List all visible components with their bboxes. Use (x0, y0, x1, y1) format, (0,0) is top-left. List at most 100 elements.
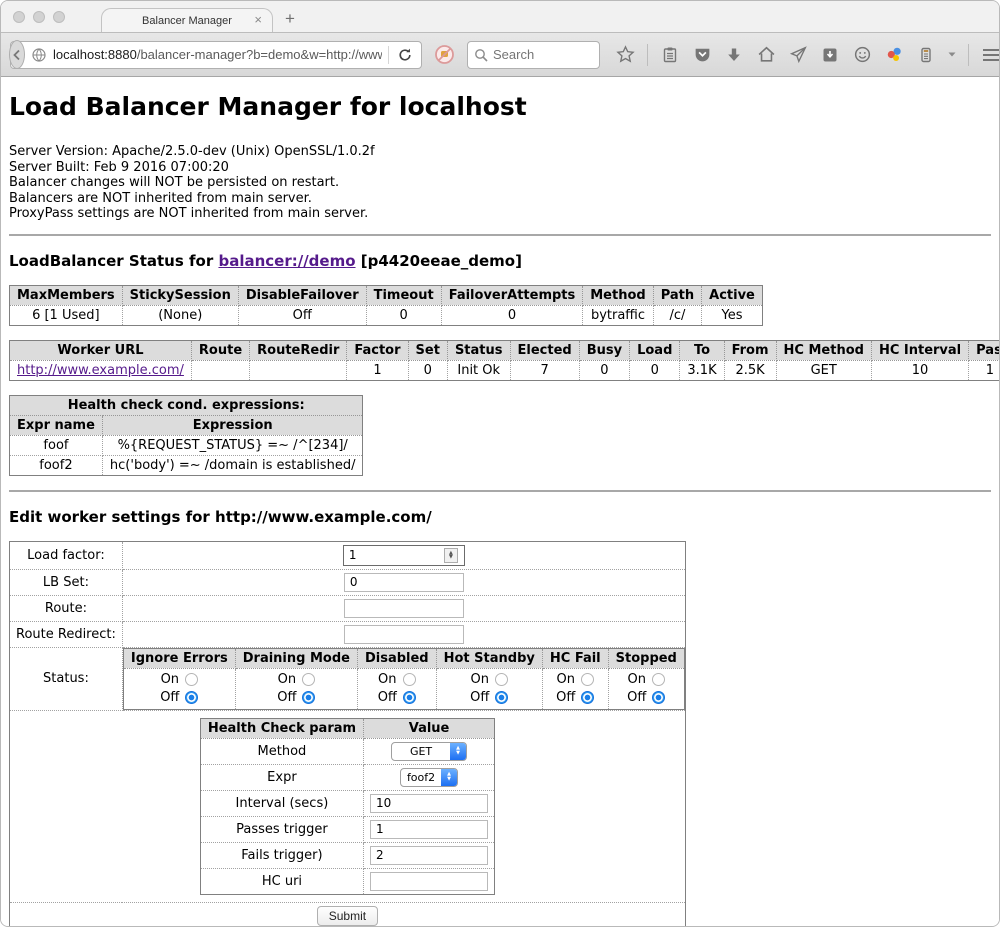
table-cell: 0 (366, 305, 441, 325)
lb-set-input[interactable] (344, 573, 464, 592)
number-stepper-icon[interactable]: ▲▼ (444, 548, 458, 563)
form-row-load-factor: Load factor: ▲▼ (10, 541, 686, 569)
table-cell: GET (776, 360, 871, 380)
header-cell: HC Fail (542, 648, 608, 668)
route-redirect-input[interactable] (344, 625, 464, 644)
back-arrow-icon (10, 48, 24, 62)
window-close-button[interactable] (13, 11, 25, 23)
feedback-button[interactable] (849, 42, 875, 68)
status-cell: Ignore Errors Draining Mode Disabled Hot… (122, 647, 685, 710)
fails-trigger-input[interactable] (370, 846, 488, 865)
tab-balancer-manager[interactable]: Balancer Manager × (101, 8, 273, 32)
list-panel-icon (917, 46, 935, 64)
worker-url-link[interactable]: http://www.example.com/ (17, 363, 184, 378)
table-cell: Off (238, 305, 366, 325)
radio-hc-fail-on[interactable] (581, 673, 594, 686)
hc-expr-title: Health check cond. expressions: (10, 395, 363, 415)
route-cell (122, 595, 685, 621)
lb-heading-prefix: LoadBalancer Status for (9, 252, 218, 270)
window-zoom-button[interactable] (53, 11, 65, 23)
tab-title: Balancer Manager (142, 15, 232, 27)
divider (9, 490, 991, 492)
reload-icon (397, 47, 413, 63)
expr-name-cell: foof2 (10, 455, 103, 475)
url-bar[interactable]: localhost:8880/balancer-manager?b=demo&w… (10, 41, 422, 69)
interval-input[interactable] (370, 794, 488, 813)
bookmark-star-button[interactable] (612, 42, 638, 68)
header-cell: Timeout (366, 285, 441, 305)
radio-draining-mode-off[interactable] (302, 691, 315, 704)
radio-ignore-errors-on[interactable] (185, 673, 198, 686)
header-cell: Factor (347, 340, 408, 360)
extension-colored-dots-button[interactable] (881, 42, 907, 68)
submit-button[interactable]: Submit (317, 906, 378, 926)
header-cell: RouteRedir (250, 340, 347, 360)
method-select[interactable]: GET ▲▼ (391, 742, 467, 761)
header-cell: Disabled (357, 648, 436, 668)
hc-uri-input[interactable] (370, 872, 488, 891)
status-hot-standby-cell: On Off (436, 668, 542, 709)
table-cell (250, 360, 347, 380)
url-text[interactable]: localhost:8880/balancer-manager?b=demo&w… (53, 47, 382, 62)
radio-hot-standby-on[interactable] (495, 673, 508, 686)
menu-button[interactable] (978, 42, 1000, 68)
downloads-button[interactable] (721, 42, 747, 68)
new-tab-button[interactable]: + (285, 9, 295, 29)
edit-worker-form-table: Load factor: ▲▼ LB Set: Route: Route Red… (9, 541, 686, 927)
off-label: Off (627, 689, 646, 707)
header-cell: Elected (510, 340, 579, 360)
radio-hot-standby-off[interactable] (495, 691, 508, 704)
tab-close-icon[interactable]: × (254, 13, 262, 27)
passes-trigger-input[interactable] (370, 820, 488, 839)
home-button[interactable] (753, 42, 779, 68)
sidebar-list-button[interactable] (913, 42, 939, 68)
header-cell: FailoverAttempts (441, 285, 583, 305)
interval-cell (364, 790, 495, 816)
reading-list-button[interactable] (657, 42, 683, 68)
lb-set-cell (122, 569, 685, 595)
toolbar-separator (647, 44, 648, 66)
radio-disabled-on[interactable] (403, 673, 416, 686)
smiley-icon (853, 45, 872, 64)
radio-stopped-off[interactable] (652, 691, 665, 704)
adblock-disabled-icon[interactable] (434, 44, 455, 65)
table-cell: (None) (122, 305, 238, 325)
expr-name-cell: foof (10, 435, 103, 455)
table-row: foof2 hc('body') =~ /domain is establish… (10, 455, 363, 475)
reload-button[interactable] (395, 47, 421, 63)
balancer-status-table: MaxMembers StickySession DisableFailover… (9, 285, 763, 326)
passes-label: Passes trigger (200, 816, 363, 842)
table-cell: 0 (579, 360, 629, 380)
window-minimize-button[interactable] (33, 11, 45, 23)
server-built-line: Server Built: Feb 9 2016 07:00:20 (9, 160, 991, 176)
hc-params-cell: Health Check param Value Method GET ▲▼ (10, 710, 686, 902)
sidebar-caret-button[interactable] (945, 42, 959, 68)
balancer-demo-link[interactable]: balancer://demo (218, 252, 355, 270)
hc-row-method: Method GET ▲▼ (200, 738, 494, 764)
radio-disabled-off[interactable] (403, 691, 416, 704)
radio-stopped-on[interactable] (652, 673, 665, 686)
home-icon (757, 45, 776, 64)
radio-ignore-errors-off[interactable] (185, 691, 198, 704)
search-bar[interactable] (467, 41, 600, 69)
status-ignore-errors-cell: On Off (123, 668, 235, 709)
table-cell: 2.5K (724, 360, 776, 380)
load-factor-input[interactable] (344, 547, 444, 563)
search-input[interactable] (493, 47, 593, 62)
edit-worker-heading: Edit worker settings for http://www.exam… (9, 508, 991, 526)
expr-select-value: foof2 (401, 769, 441, 786)
pocket-button[interactable] (689, 42, 715, 68)
passes-cell (364, 816, 495, 842)
radio-draining-mode-on[interactable] (302, 673, 315, 686)
table-cell: 6 [1 Used] (10, 305, 123, 325)
site-identity-globe-icon[interactable] (31, 47, 47, 63)
header-cell: Worker URL (10, 340, 192, 360)
radio-hc-fail-off[interactable] (581, 691, 594, 704)
route-input[interactable] (344, 599, 464, 618)
loadbalancer-status-heading: LoadBalancer Status for balancer://demo … (9, 252, 991, 270)
back-button[interactable] (9, 40, 25, 69)
expr-select[interactable]: foof2 ▲▼ (400, 768, 458, 787)
save-to-device-button[interactable] (817, 42, 843, 68)
share-button[interactable] (785, 42, 811, 68)
header-cell: MaxMembers (10, 285, 123, 305)
